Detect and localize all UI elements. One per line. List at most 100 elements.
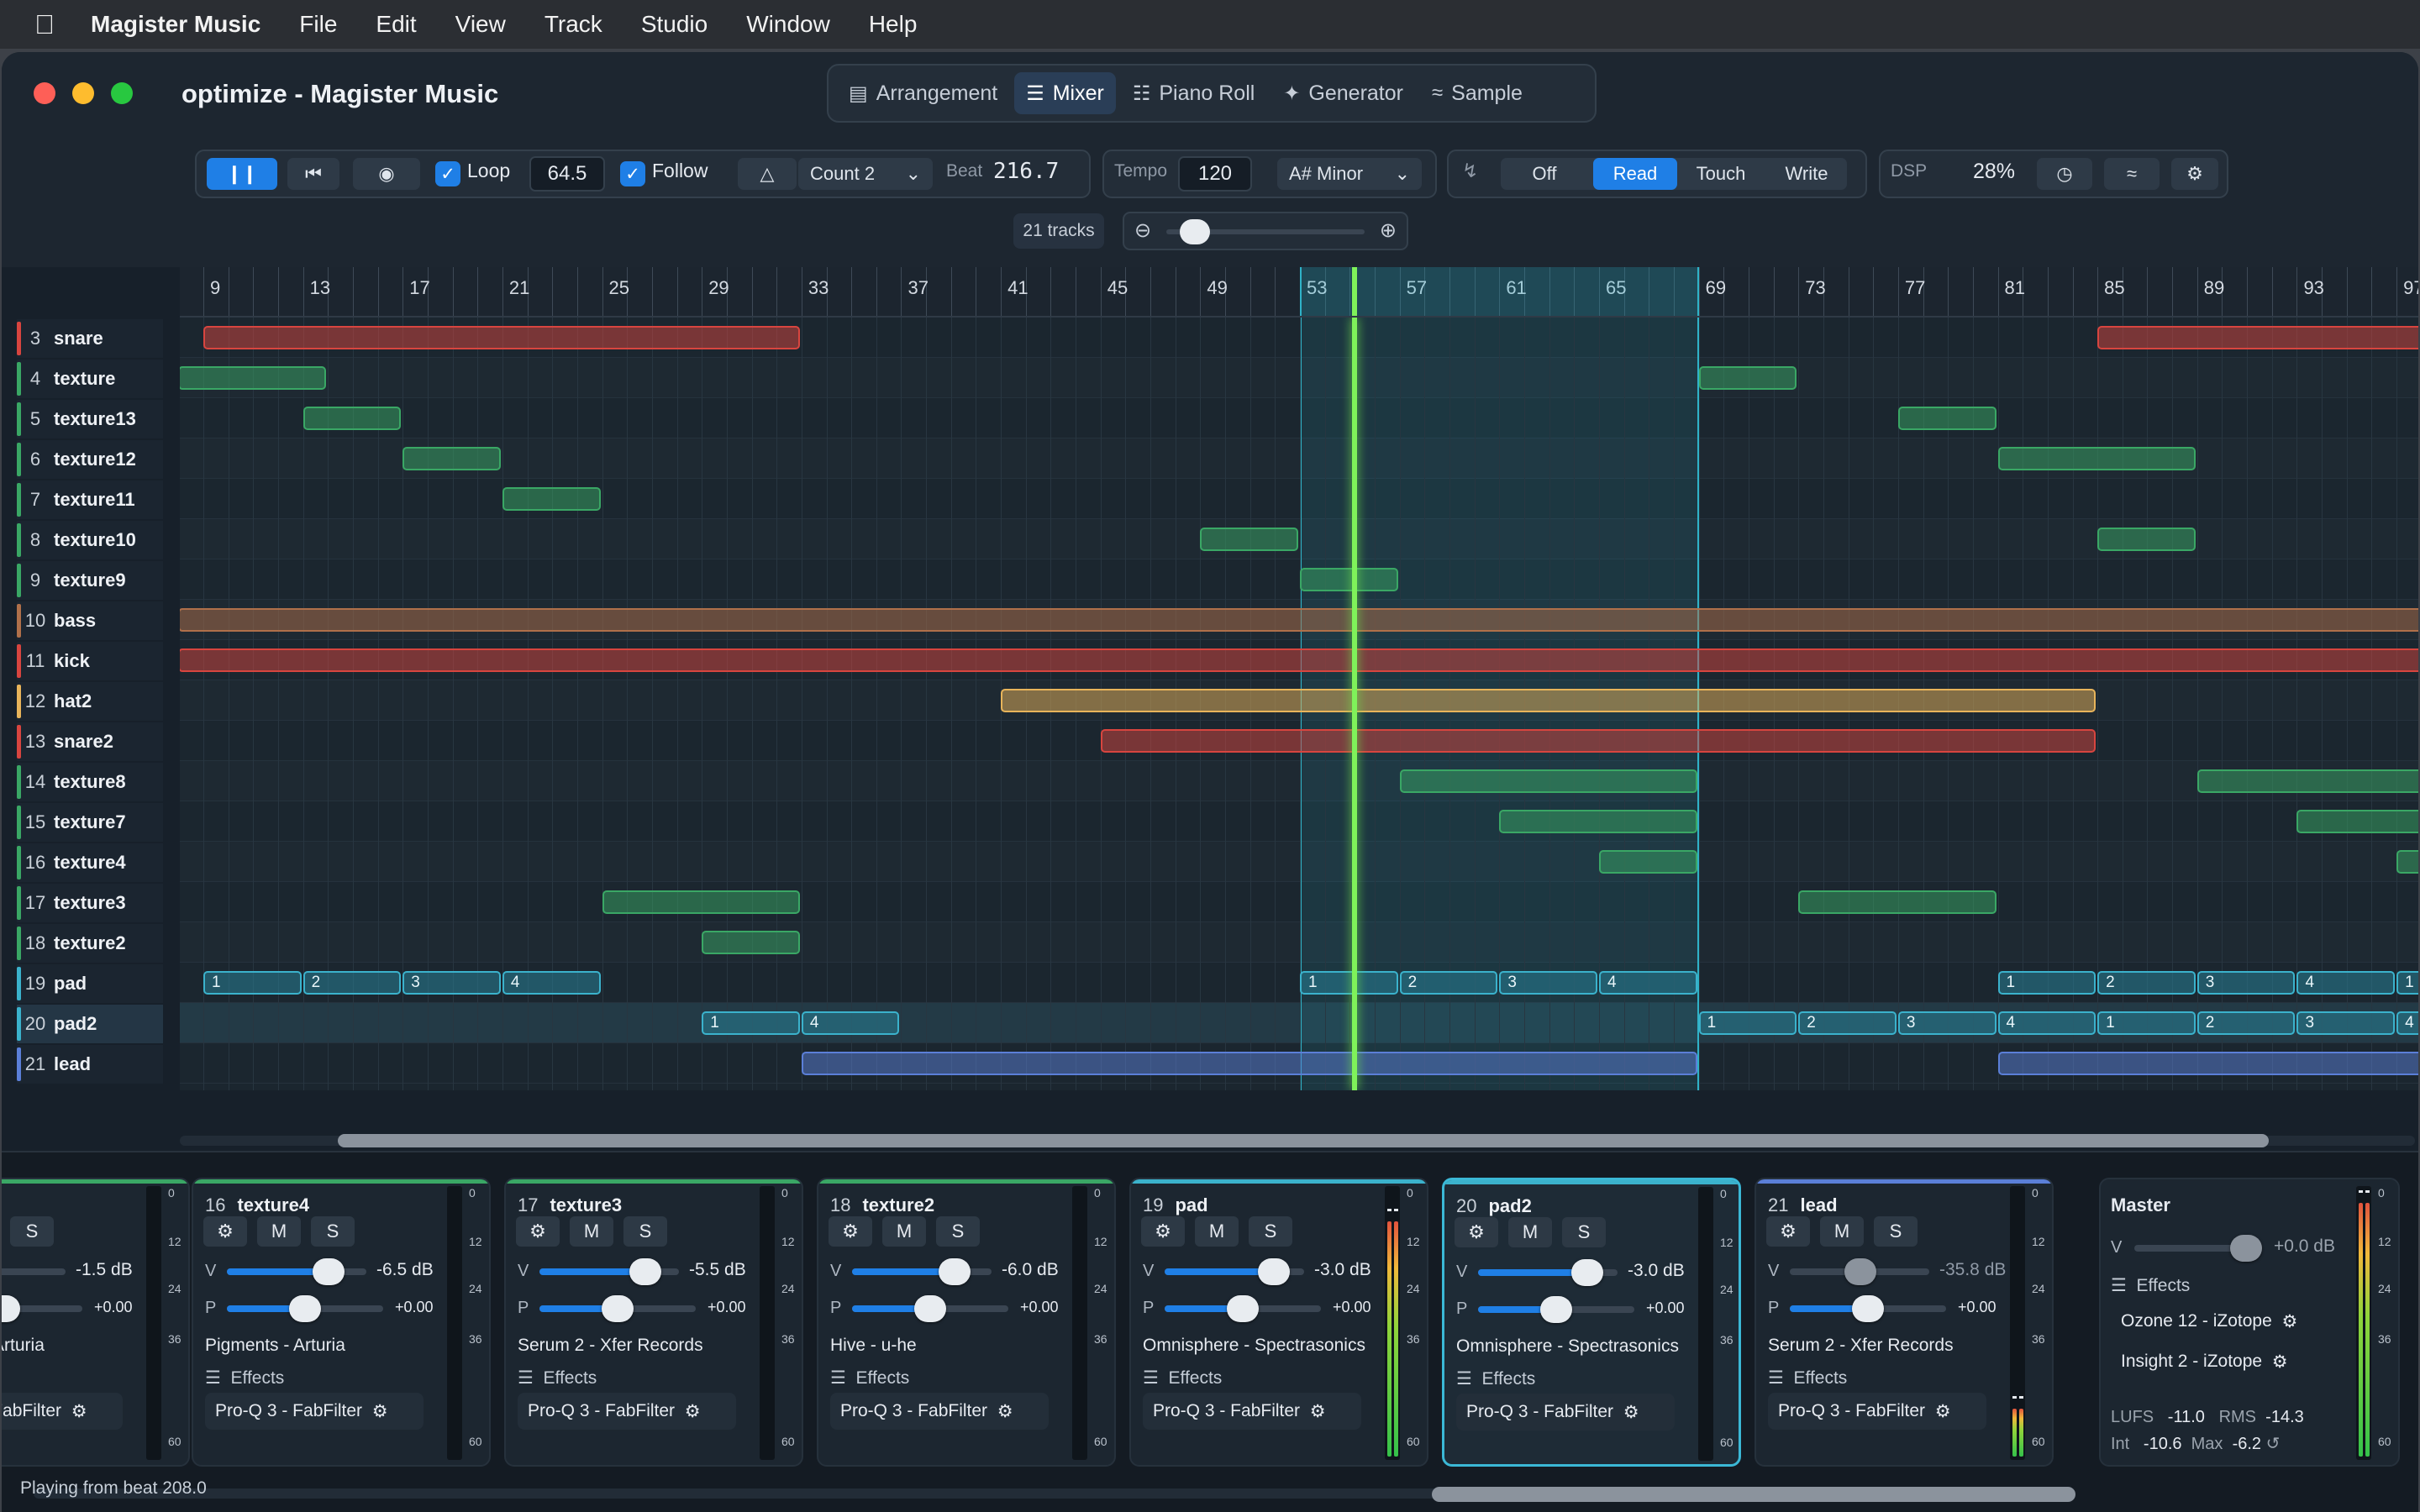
pattern-clip[interactable]: 3	[2196, 971, 2296, 995]
volume-fader[interactable]	[2, 1268, 66, 1275]
volume-knob[interactable]	[1571, 1259, 1604, 1286]
menu-view[interactable]: View	[455, 11, 506, 38]
tempo-field[interactable]: 120	[1178, 156, 1252, 192]
menu-app-name[interactable]: Magister Music	[91, 11, 260, 38]
track-header-texture4[interactable]: 16 texture4	[17, 843, 163, 882]
pattern-clip[interactable]: 3	[402, 971, 501, 995]
metronome-button[interactable]: △	[738, 158, 797, 190]
pattern-clip[interactable]: 3	[2296, 1011, 2396, 1035]
instrument-plugin[interactable]: Omnisphere - Spectrasonics	[1143, 1336, 1365, 1356]
pattern-clip[interactable]: 1	[203, 971, 302, 995]
pattern-clip[interactable]: 2	[2196, 1011, 2296, 1035]
solo-button[interactable]: S	[311, 1216, 355, 1247]
strip-settings-button[interactable]: ⚙	[1455, 1217, 1498, 1247]
pause-button[interactable]: ❙❙	[207, 158, 277, 190]
rewind-button[interactable]: ⏮	[287, 158, 339, 190]
pattern-clip[interactable]: 2	[2097, 971, 2196, 995]
pan-slider[interactable]	[1790, 1295, 1946, 1322]
track-header-texture12[interactable]: 6 texture12	[17, 440, 163, 479]
track-lane[interactable]	[180, 922, 2418, 963]
analyzer-button[interactable]: ≈	[2104, 158, 2160, 190]
volume-knob[interactable]	[312, 1258, 345, 1285]
instrument-plugin[interactable]: Serum 2 - Xfer Records	[1768, 1336, 1954, 1356]
volume-fader[interactable]	[852, 1258, 992, 1285]
automation-touch[interactable]: Touch	[1679, 158, 1763, 190]
gear-icon[interactable]: ⚙	[997, 1401, 1013, 1422]
volume-fader[interactable]	[539, 1258, 679, 1285]
track-header-texture2[interactable]: 18 texture2	[17, 924, 163, 963]
strip-settings-button[interactable]: ⚙	[1766, 1216, 1810, 1247]
clip[interactable]	[2196, 769, 2418, 793]
fx-slot[interactable]: Pro-Q 3 - FabFilter ⚙	[2, 1393, 123, 1430]
fx-slot[interactable]: Pro-Q 3 - FabFilter ⚙	[1143, 1393, 1361, 1430]
track-header-texture7[interactable]: 15 texture7	[17, 803, 163, 842]
pan-knob[interactable]	[1852, 1295, 1884, 1322]
menu-edit[interactable]: Edit	[376, 11, 416, 38]
pan-slider[interactable]	[2, 1295, 82, 1322]
master-fx-slot[interactable]: Insight 2 - iZotope ⚙	[2111, 1344, 2312, 1379]
count-in-dropdown[interactable]: Count 2 ⌄	[798, 158, 933, 190]
fx-slot[interactable]: Pro-Q 3 - FabFilter ⚙	[1456, 1394, 1675, 1431]
gear-icon[interactable]: ⚙	[1935, 1401, 1951, 1422]
zoom-window-button[interactable]	[111, 82, 133, 104]
pattern-clip[interactable]: 4	[1997, 1011, 2096, 1035]
gear-icon[interactable]: ⚙	[1310, 1401, 1326, 1422]
clip[interactable]	[1598, 850, 1697, 874]
channel-strip-lead[interactable]: 21 lead ⚙ M S V -35.8 dB P +0.00 Serum 2 …	[1754, 1178, 2054, 1467]
menu-file[interactable]: File	[299, 11, 337, 38]
clip[interactable]	[1997, 447, 2196, 470]
clip[interactable]	[1897, 407, 1996, 430]
settings-button[interactable]: ⚙	[2171, 158, 2218, 190]
track-lane[interactable]	[180, 761, 2418, 801]
master-volume-knob[interactable]	[2230, 1235, 2262, 1262]
pan-slider[interactable]	[852, 1295, 1008, 1322]
pan-slider[interactable]	[1165, 1295, 1321, 1322]
clip[interactable]	[2296, 810, 2418, 833]
clip[interactable]	[203, 326, 800, 349]
minimize-window-button[interactable]	[72, 82, 94, 104]
mixer-scrollbar-thumb[interactable]	[1432, 1487, 2075, 1502]
zoom-slider-knob[interactable]	[1180, 219, 1210, 244]
loop-length-field[interactable]: 64.5	[529, 156, 605, 192]
solo-button[interactable]: S	[1249, 1216, 1292, 1247]
track-header-kick[interactable]: 11 kick	[17, 642, 163, 680]
volume-fader[interactable]	[1165, 1258, 1304, 1285]
tab-mixer[interactable]: ☰ Mixer	[1014, 72, 1116, 114]
arrangement-scrollbar[interactable]	[180, 1127, 2418, 1151]
track-header-texture11[interactable]: 7 texture11	[17, 480, 163, 519]
mute-button[interactable]: M	[1195, 1216, 1239, 1247]
pan-knob[interactable]	[602, 1295, 634, 1322]
channel-strip-pad[interactable]: 19 pad ⚙ M S V -3.0 dB P +0.00 Omnisphere…	[1129, 1178, 1428, 1467]
instrument-plugin[interactable]: Serum 2 - Xfer Records	[518, 1336, 703, 1356]
track-lane[interactable]	[180, 801, 2418, 842]
gear-icon[interactable]: ⚙	[372, 1401, 388, 1422]
volume-knob[interactable]	[939, 1258, 971, 1285]
track-lane[interactable]	[180, 519, 2418, 559]
menu-help[interactable]: Help	[869, 11, 918, 38]
track-header-lead[interactable]: 21 lead	[17, 1045, 163, 1084]
instrument-plugin[interactable]: Pigments - Arturia	[205, 1336, 345, 1356]
history-button[interactable]: ◷	[2037, 158, 2092, 190]
pattern-clip[interactable]: 2	[1798, 1011, 1897, 1035]
zoom-in-icon[interactable]: ⊕	[1380, 218, 1397, 243]
menu-studio[interactable]: Studio	[641, 11, 708, 38]
track-header-pad[interactable]: 19 pad	[17, 964, 163, 1003]
menu-track[interactable]: Track	[544, 11, 602, 38]
channel-strip-pad2[interactable]: 20 pad2 ⚙ M S V -3.0 dB P +0.00 Omnispher…	[1442, 1178, 1741, 1467]
automation-read[interactable]: Read	[1593, 158, 1677, 190]
follow-checkbox[interactable]: ✓	[620, 161, 645, 186]
pattern-clip[interactable]: 1	[2396, 971, 2418, 995]
track-header-texture13[interactable]: 5 texture13	[17, 400, 163, 438]
zoom-out-icon[interactable]: ⊖	[1134, 218, 1151, 243]
strip-settings-button[interactable]: ⚙	[829, 1216, 872, 1247]
fx-slot[interactable]: Pro-Q 3 - FabFilter ⚙	[205, 1393, 424, 1430]
pattern-clip[interactable]: 1	[2097, 1011, 2196, 1035]
pan-knob[interactable]	[914, 1295, 946, 1322]
tab-piano-roll[interactable]: ☷ Piano Roll	[1121, 72, 1266, 114]
clip[interactable]	[2396, 850, 2418, 874]
clip-grid[interactable]: 12341234123411412341234	[180, 318, 2418, 1090]
pattern-clip[interactable]: 4	[502, 971, 601, 995]
clip[interactable]	[302, 407, 402, 430]
gear-icon[interactable]: ⚙	[71, 1401, 87, 1422]
master-volume-slider[interactable]	[2134, 1235, 2262, 1262]
